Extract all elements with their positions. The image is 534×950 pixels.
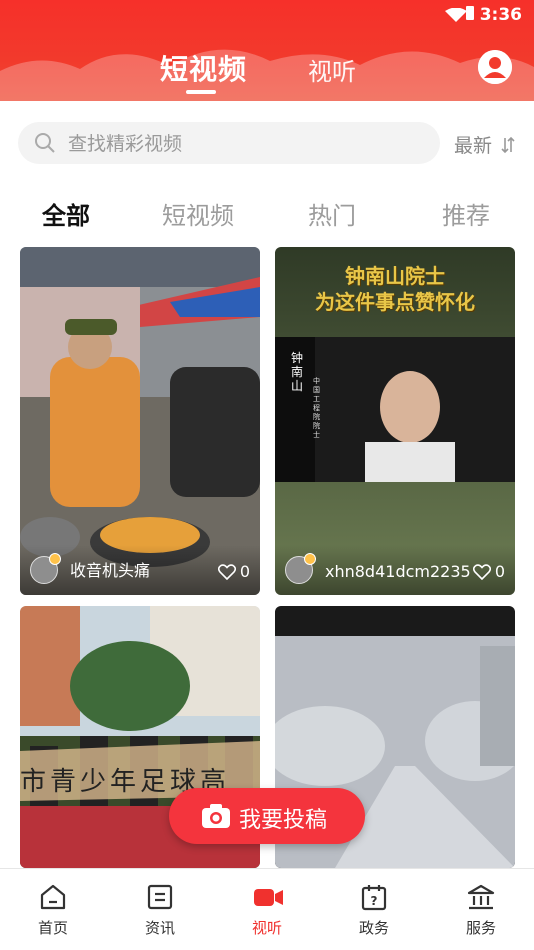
nav-audio-visual-label: 视听 [251,919,282,937]
video-card[interactable]: 钟南山院士 为这件事点赞怀化 钟南山 中国工程院院士 xhn8d41dcm223… [275,247,515,595]
category-tabs: 全部 短视频 热门 推荐 [0,196,534,232]
sort-icon [501,136,515,154]
bottom-navigation: 首页 资讯 视听 ? 政务 服务 [0,868,534,950]
video-thumbnail [20,247,260,595]
vip-badge-icon [49,553,61,565]
home-icon [40,884,66,910]
video-camera-icon [254,889,283,906]
search-input[interactable] [66,130,430,158]
nav-government-label: 政务 [358,919,389,937]
wifi-icon [445,8,467,22]
heart-icon [217,564,236,581]
search-bar[interactable] [18,122,440,164]
like-count[interactable]: 0 [472,562,505,581]
top-tabs: 短视频 视听 [0,48,534,88]
author-name: xhn8d41dcm2235 [325,562,471,581]
active-tab-indicator [186,90,216,94]
like-count[interactable]: 0 [217,562,250,581]
like-count-value: 0 [494,562,505,581]
tab-audio-visual[interactable]: 视听 [308,52,356,87]
author-name: 收音机头痛 [70,561,151,580]
nav-news-label: 资讯 [144,919,175,937]
category-hot[interactable]: 热门 [308,196,356,231]
building-icon [467,884,495,910]
video-overlay-side-title: 中国工程院院士 [313,377,320,439]
card-meta: xhn8d41dcm2235 0 [275,545,515,595]
search-icon [35,133,55,153]
heart-icon [472,564,491,581]
category-short-video[interactable]: 短视频 [162,196,234,231]
battery-icon [466,6,474,20]
nav-service[interactable]: 服务 [428,869,534,950]
camera-icon [202,804,230,828]
like-count-value: 0 [239,562,250,581]
news-icon [147,884,173,910]
nav-audio-visual[interactable]: 视听 [214,869,320,950]
user-circle-icon [478,50,512,84]
vip-badge-icon [304,553,316,565]
category-recommend[interactable]: 推荐 [442,196,490,231]
user-profile-button[interactable] [478,50,512,84]
video-card[interactable]: 收音机头痛 0 [20,247,260,595]
tab-short-video[interactable]: 短视频 [160,48,247,88]
nav-home-label: 首页 [37,919,68,937]
category-all[interactable]: 全部 [42,196,90,231]
video-overlay-side-name: 钟南山 [291,351,304,393]
nav-news[interactable]: 资讯 [107,869,213,950]
avatar[interactable] [30,553,61,584]
status-time: 3:36 [479,5,522,25]
svg-text:?: ? [371,894,378,908]
submit-video-button[interactable]: 我要投稿 [169,788,365,844]
avatar[interactable] [285,553,316,584]
sort-label: 最新 [453,135,492,157]
card-meta: 收音机头痛 0 [20,545,260,595]
nav-government[interactable]: ? 政务 [321,869,427,950]
sort-button[interactable]: 最新 [454,131,516,158]
question-calendar-icon: ? [361,885,387,911]
submit-video-label: 我要投稿 [239,808,328,833]
nav-service-label: 服务 [465,919,496,937]
video-overlay-title: 钟南山院士 为这件事点赞怀化 [315,264,475,314]
app-header: 3:36 短视频 视听 [0,0,534,101]
nav-home[interactable]: 首页 [0,869,106,950]
